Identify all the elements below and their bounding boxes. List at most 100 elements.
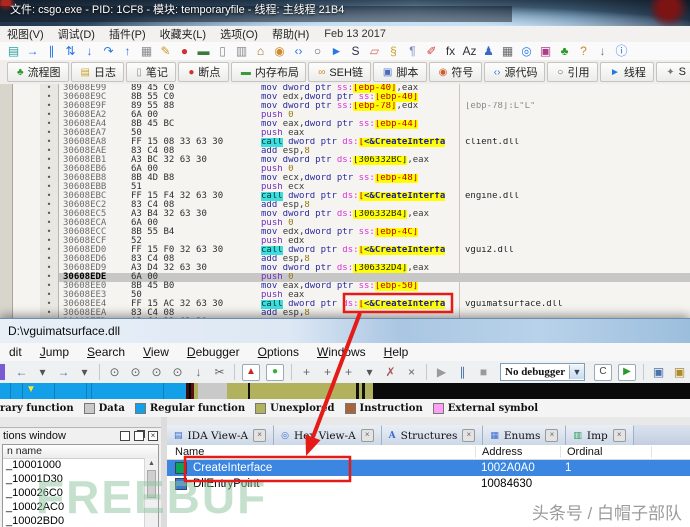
- menu-item-options[interactable]: Options: [249, 345, 308, 359]
- tab-ida-view-a[interactable]: ▤IDA View-A×: [167, 425, 274, 445]
- attach-icon[interactable]: ¶: [403, 43, 422, 59]
- close-icon[interactable]: ×: [253, 429, 266, 442]
- detach-icon[interactable]: ⌂: [251, 43, 270, 59]
- menu-item-o[interactable]: 选项(O): [213, 26, 265, 42]
- close-icon[interactable]: ×: [462, 429, 475, 442]
- tab-notes[interactable]: ▯笔记: [126, 62, 176, 82]
- globe-tool-icon[interactable]: ◎: [517, 43, 536, 59]
- snippet-icon[interactable]: ✂: [209, 365, 230, 379]
- function-list-item[interactable]: _10002AC0: [3, 500, 145, 514]
- log-window-icon[interactable]: ▯: [213, 43, 232, 59]
- function-list-item[interactable]: _10001D30: [3, 472, 145, 486]
- tab-clipped-tab[interactable]: ✦S: [656, 62, 690, 82]
- debug-start-icon[interactable]: ▶: [431, 365, 452, 379]
- undefine-icon[interactable]: ✗: [380, 365, 401, 379]
- delete-icon[interactable]: ×: [401, 365, 422, 379]
- desktop-1-icon[interactable]: ▣: [648, 365, 669, 379]
- modules-icon[interactable]: ▥: [232, 43, 251, 59]
- patch-icon[interactable]: ✎: [156, 43, 175, 59]
- tab-threads[interactable]: ►线程: [600, 62, 654, 82]
- menu-item-v[interactable]: 视图(V): [0, 26, 51, 42]
- run-icon[interactable]: →: [23, 43, 42, 59]
- scroll-thumb[interactable]: [147, 470, 156, 498]
- function-list-item[interactable]: _10002BD0: [3, 514, 145, 527]
- column-address[interactable]: Address: [476, 446, 561, 458]
- search-icon[interactable]: ○: [308, 43, 327, 59]
- tab-breakpoints[interactable]: ●断点: [178, 62, 229, 82]
- pause-icon[interactable]: ∥: [42, 43, 61, 59]
- calculator-icon[interactable]: ▦: [137, 43, 156, 59]
- nav-forward-dropdown-icon[interactable]: ▾: [74, 365, 95, 379]
- info-icon[interactable]: ⓘ: [612, 43, 631, 59]
- menu-item-dit[interactable]: dit: [0, 345, 31, 359]
- calc-tool-icon[interactable]: ▦: [498, 43, 517, 59]
- breakpoint-icon[interactable]: ●: [175, 43, 194, 59]
- pin-tool-icon[interactable]: ↓: [593, 43, 612, 59]
- create-function-icon[interactable]: +: [296, 365, 317, 379]
- tab-structures[interactable]: AStructures×: [382, 425, 484, 445]
- ida-navigation-band[interactable]: ▼: [0, 383, 690, 399]
- problems-icon[interactable]: ▲: [242, 364, 260, 381]
- menu-item-windows[interactable]: Windows: [308, 345, 375, 359]
- patches-icon[interactable]: ◉: [270, 43, 289, 59]
- open-file-icon[interactable]: ▤: [4, 43, 23, 59]
- run-script-icon[interactable]: ▶: [618, 364, 636, 381]
- close-icon[interactable]: ×: [545, 429, 558, 442]
- menu-item-p[interactable]: 插件(P): [102, 26, 153, 42]
- functions-scrollbar[interactable]: ▲: [144, 458, 158, 527]
- tab-symbols[interactable]: ◉符号: [429, 62, 482, 82]
- function-list-item[interactable]: _100026C0: [3, 486, 145, 500]
- symbols-view-icon[interactable]: §: [384, 43, 403, 59]
- nav-back-dropdown-icon[interactable]: ▾: [32, 365, 53, 379]
- edit-function-icon[interactable]: +: [317, 365, 338, 379]
- close-icon[interactable]: ×: [361, 429, 374, 442]
- names-row-dllentrypoint[interactable]: DllEntryPoint10084630: [167, 476, 690, 492]
- tab-source-code[interactable]: ‹›源代码: [484, 62, 546, 82]
- search-text-icon[interactable]: ⊙: [125, 365, 146, 379]
- search-again-icon[interactable]: ⊙: [167, 365, 188, 379]
- menu-item-jump[interactable]: Jump: [31, 345, 78, 359]
- menu-item-d[interactable]: 调试(D): [51, 26, 102, 42]
- eraser-icon[interactable]: ▱: [365, 43, 384, 59]
- maximize-icon[interactable]: [120, 431, 130, 441]
- source-view-icon[interactable]: ‹›: [289, 43, 308, 59]
- help-notes-icon[interactable]: ?: [574, 43, 593, 59]
- tab-hex-view-a[interactable]: ◎Hex View-A×: [274, 425, 382, 445]
- user-tool-icon[interactable]: ♟: [479, 43, 498, 59]
- scroll-up-icon[interactable]: ▲: [145, 458, 158, 469]
- tab-imports[interactable]: ▥Imp×: [566, 425, 633, 445]
- tab-log[interactable]: ▤日志: [71, 62, 125, 82]
- column-name[interactable]: Name: [167, 446, 476, 458]
- menu-item-debugger[interactable]: Debugger: [178, 345, 249, 359]
- nav-back-icon[interactable]: ←: [11, 365, 32, 379]
- search-binary-icon[interactable]: ⊙: [104, 365, 125, 379]
- more-dropdown-icon[interactable]: ▾: [359, 365, 380, 379]
- bug-report-icon[interactable]: ♣: [555, 43, 574, 59]
- run-to-user-code-icon[interactable]: ↑: [118, 43, 137, 59]
- memory-map-icon[interactable]: ▬: [194, 43, 213, 59]
- fx-icon[interactable]: fx: [441, 43, 460, 59]
- tab-flowchart[interactable]: ♣流程图: [7, 62, 69, 82]
- restore-icon[interactable]: [134, 431, 144, 441]
- ida-titlebar[interactable]: D:\vguimatsurface.dll: [0, 319, 690, 344]
- case-tool-icon[interactable]: Az: [460, 43, 479, 59]
- column-ordinal[interactable]: Ordinal: [561, 446, 652, 458]
- debugger-select[interactable]: No debugger ▼: [500, 363, 585, 381]
- names-row-createinterface[interactable]: CreateInterface1002A0A01: [167, 460, 690, 476]
- desktop-2-icon[interactable]: ▣: [669, 365, 690, 379]
- highlight-brush-icon[interactable]: ✐: [422, 43, 441, 59]
- menu-item-h[interactable]: 帮助(H): [265, 26, 316, 42]
- navigator-icon[interactable]: ●: [266, 364, 284, 381]
- function-list-item[interactable]: _10001000: [3, 458, 145, 472]
- menu-item-l[interactable]: 收藏夹(L): [153, 26, 213, 42]
- menu-item-search[interactable]: Search: [78, 345, 134, 359]
- script-window-icon[interactable]: S: [346, 43, 365, 59]
- plugins-icon[interactable]: ▣: [536, 43, 555, 59]
- names-table-header[interactable]: Name Address Ordinal: [167, 445, 690, 460]
- step-into-icon[interactable]: ↓: [80, 43, 99, 59]
- disassembly-view[interactable]: •30608E9989 45 C0mov dword ptr ss:[ebp-4…: [0, 84, 690, 318]
- close-icon[interactable]: ×: [148, 431, 158, 441]
- tab-script[interactable]: ▣脚本: [373, 62, 427, 82]
- menu-item-help[interactable]: Help: [375, 345, 418, 359]
- debug-stop-icon[interactable]: ■: [473, 365, 494, 379]
